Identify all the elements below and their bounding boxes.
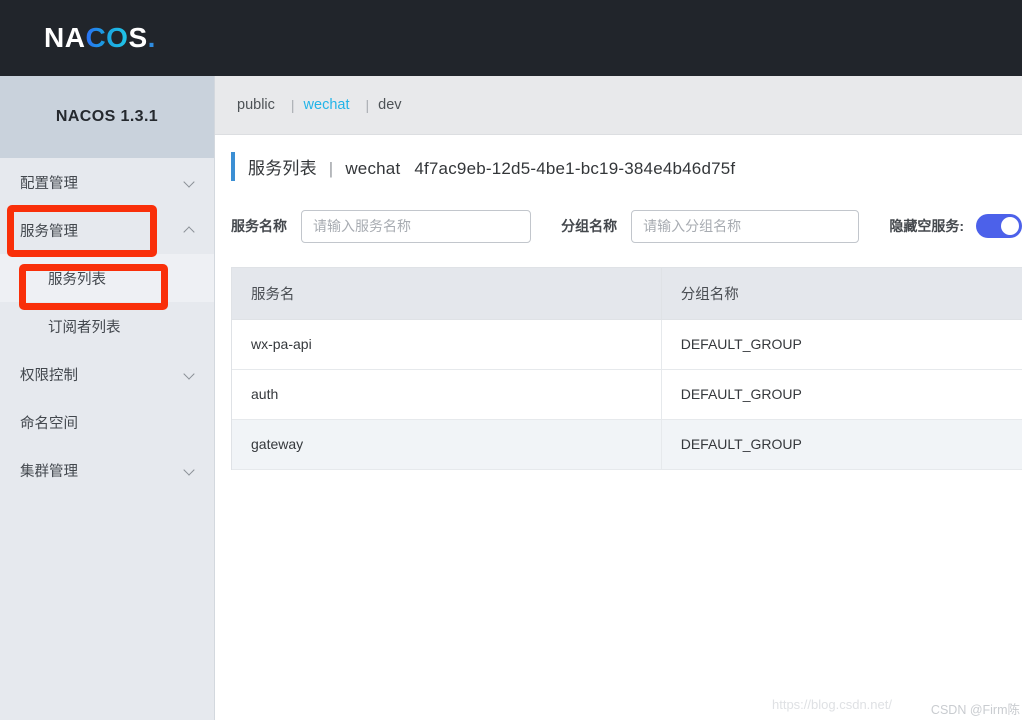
sidebar-item-cluster-management[interactable]: 集群管理 bbox=[0, 446, 214, 494]
sidebar-item-config-management[interactable]: 配置管理 bbox=[0, 158, 214, 206]
logo-text-co: CO bbox=[85, 22, 129, 53]
service-name-input[interactable] bbox=[301, 209, 532, 243]
cell-group-name: DEFAULT_GROUP bbox=[661, 369, 1022, 420]
app-header: NA CO S . bbox=[0, 0, 1022, 76]
cell-group-name: DEFAULT_GROUP bbox=[661, 419, 1022, 470]
sidebar-item-label: 服务列表 bbox=[48, 271, 106, 288]
cell-group-name: DEFAULT_GROUP bbox=[661, 319, 1022, 370]
search-filter-row: 服务名称 分组名称 隐藏空服务: bbox=[215, 197, 1022, 255]
toggle-knob bbox=[1001, 217, 1019, 235]
chevron-up-icon[interactable] bbox=[184, 224, 196, 236]
page-title-separator: | bbox=[328, 158, 334, 178]
sidebar-header: NACOS 1.3.1 bbox=[0, 76, 214, 158]
group-name-label: 分组名称 bbox=[561, 218, 618, 234]
cell-service-name: gateway bbox=[232, 419, 662, 470]
chevron-down-icon[interactable] bbox=[184, 464, 196, 476]
sidebar-item-namespace[interactable]: 命名空间 bbox=[0, 398, 214, 446]
cell-service-name: wx-pa-api bbox=[232, 319, 662, 370]
nacos-version-title: NACOS 1.3.1 bbox=[55, 108, 159, 125]
table-header: 服务名 分组名称 bbox=[232, 268, 1022, 320]
sidebar-item-label: 订阅者列表 bbox=[48, 319, 121, 336]
hide-empty-service-toggle[interactable] bbox=[976, 214, 1022, 238]
page-title-namespace-id: 4f7ac9eb-12d5-4be1-bc19-384e4b46d75f bbox=[414, 158, 736, 178]
table-row[interactable]: auth DEFAULT_GROUP bbox=[232, 369, 1022, 420]
namespace-separator: | bbox=[290, 97, 295, 113]
sidebar-item-subscriber-list[interactable]: 订阅者列表 bbox=[0, 302, 214, 350]
page-title: 服务列表 | wechat 4f7ac9eb-12d5-4be1-bc19-38… bbox=[248, 154, 735, 179]
table-row[interactable]: gateway DEFAULT_GROUP bbox=[232, 419, 1022, 470]
namespace-tab-dev[interactable]: dev bbox=[378, 97, 401, 113]
sidebar-item-service-management[interactable]: 服务管理 bbox=[0, 206, 214, 254]
sidebar-item-label: 配置管理 bbox=[20, 175, 78, 192]
logo-text-na: NA bbox=[44, 22, 86, 53]
sidebar-item-permission-control[interactable]: 权限控制 bbox=[0, 350, 214, 398]
service-table-wrapper: 服务名 分组名称 wx-pa-api DEFAULT_GROUP auth DE… bbox=[231, 267, 1022, 470]
page-title-row: 服务列表 | wechat 4f7ac9eb-12d5-4be1-bc19-38… bbox=[215, 135, 1022, 197]
table-body: wx-pa-api DEFAULT_GROUP auth DEFAULT_GRO… bbox=[232, 319, 1022, 470]
namespace-tab-bar: public | wechat | dev bbox=[215, 76, 1022, 135]
table-row[interactable]: wx-pa-api DEFAULT_GROUP bbox=[232, 319, 1022, 370]
nacos-logo[interactable]: NA CO S . bbox=[44, 22, 156, 54]
sidebar: NACOS 1.3.1 配置管理 服务管理 服务列表 订阅者列表 权限控制 命名… bbox=[0, 76, 215, 720]
group-name-input[interactable] bbox=[631, 209, 860, 243]
table-header-row: 服务名 分组名称 bbox=[232, 268, 1022, 320]
service-table: 服务名 分组名称 wx-pa-api DEFAULT_GROUP auth DE… bbox=[232, 268, 1022, 470]
cell-service-name: auth bbox=[232, 369, 662, 420]
title-accent-bar bbox=[231, 151, 235, 181]
column-header-service-name[interactable]: 服务名 bbox=[232, 268, 662, 320]
logo-dot-icon: . bbox=[147, 22, 156, 53]
namespace-tab-wechat[interactable]: wechat bbox=[304, 97, 350, 113]
sidebar-item-service-list[interactable]: 服务列表 bbox=[0, 254, 214, 302]
page-title-namespace-name: wechat bbox=[345, 158, 401, 178]
column-header-group-name[interactable]: 分组名称 bbox=[661, 268, 1022, 320]
sidebar-item-label: 命名空间 bbox=[20, 415, 78, 432]
sidebar-item-label: 服务管理 bbox=[20, 223, 78, 240]
namespace-separator: | bbox=[365, 97, 370, 113]
sidebar-item-label: 集群管理 bbox=[20, 463, 78, 480]
service-name-label: 服务名称 bbox=[231, 218, 287, 234]
chevron-down-icon[interactable] bbox=[184, 368, 196, 380]
namespace-tab-public[interactable]: public bbox=[237, 97, 275, 113]
chevron-down-icon[interactable] bbox=[184, 176, 196, 188]
logo-text-s: S bbox=[128, 22, 148, 53]
main-content: public | wechat | dev 服务列表 | wechat 4f7a… bbox=[215, 76, 1022, 720]
hide-empty-service-label: 隐藏空服务: bbox=[889, 218, 964, 234]
sidebar-item-label: 权限控制 bbox=[20, 367, 78, 384]
page-title-text: 服务列表 bbox=[248, 158, 317, 178]
